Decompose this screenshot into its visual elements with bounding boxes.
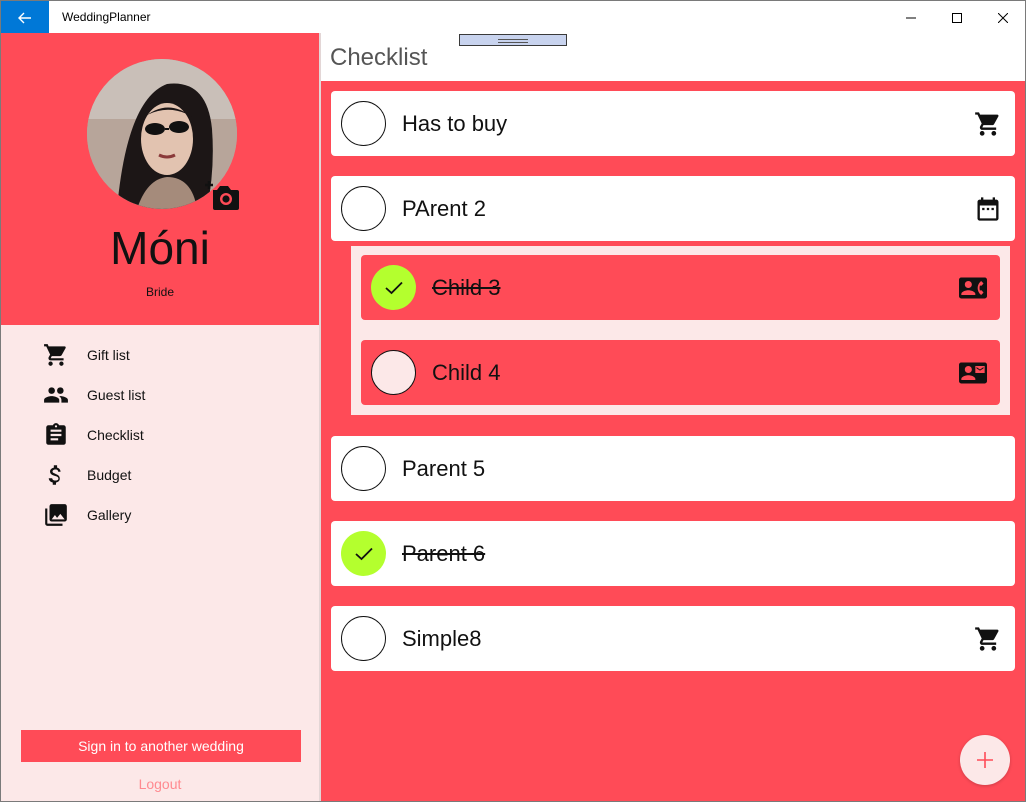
gallery-icon [41,500,71,530]
dollar-icon [41,460,71,490]
nav-item-label: Gallery [87,507,132,523]
calendar-icon [973,194,1003,224]
subitems-container: Child 3 Child 4 [351,246,1010,415]
profile-name: Móni [110,222,210,274]
plus-icon [977,752,993,768]
logout-link[interactable]: Logout [1,776,319,792]
profile-header: Móni Bride [1,33,319,325]
title-bar: WeddingPlanner [0,0,1026,34]
nav-item-label: Budget [87,467,132,483]
item-label: Child 4 [432,360,501,385]
checklist-panel: Has to buy PArent 2 Child 3 Child 4 Pare… [321,81,1025,801]
profile-role: Bride [145,285,174,299]
minimize-button[interactable] [888,1,934,34]
item-label: Has to buy [402,111,508,136]
checkbox-checked[interactable] [371,265,416,310]
nav-item-budget[interactable]: Budget [41,458,281,492]
checkmark-icon [354,547,373,560]
nav-item-label: Guest list [87,387,146,403]
minimize-icon [906,17,916,18]
checklist-subitem[interactable]: Child 4 [361,340,1000,405]
checkmark-icon [384,281,403,294]
checklist-item[interactable]: Parent 6 [331,521,1015,586]
add-photo-icon[interactable] [204,179,240,211]
close-button[interactable] [980,1,1026,34]
item-label: Parent 5 [402,456,486,481]
item-label: Child 3 [432,275,501,300]
maximize-button[interactable] [934,1,980,34]
checkbox[interactable] [341,186,386,231]
contact-mail-icon [958,358,988,388]
nav-item-guest-list[interactable]: Guest list [41,378,281,412]
nav-item-gift-list[interactable]: Gift list [41,338,281,372]
page-title: Checklist [330,44,428,71]
nav-item-gallery[interactable]: Gallery [41,498,281,532]
checklist-item[interactable]: Simple8 [331,606,1015,671]
navigation-pane: Gift list Guest list Checklist Budget Ga… [1,325,319,801]
app-title: WeddingPlanner [62,10,151,24]
main-header: Checklist [321,33,1025,81]
checkbox[interactable] [341,616,386,661]
close-icon [998,12,1008,23]
item-label: PArent 2 [402,196,486,221]
sign-in-another-wedding-button[interactable]: Sign in to another wedding [21,730,301,762]
people-icon [41,380,71,410]
clipboard-icon [41,420,71,450]
back-button[interactable] [1,1,49,34]
cart-icon [973,109,1003,139]
item-label: Parent 6 [402,541,486,566]
checklist-item[interactable]: PArent 2 [331,176,1015,241]
contact-phone-icon [958,273,988,303]
checkbox[interactable] [341,101,386,146]
cart-icon [973,624,1003,654]
add-item-button[interactable] [960,735,1010,785]
checkbox[interactable] [341,446,386,491]
checklist-subitem[interactable]: Child 3 [361,255,1000,320]
nav-item-checklist[interactable]: Checklist [41,418,281,452]
checkbox-checked[interactable] [341,531,386,576]
checklist-item[interactable]: Parent 5 [331,436,1015,501]
checkbox[interactable] [371,350,416,395]
nav-item-label: Gift list [87,347,130,363]
nav-item-label: Checklist [87,427,144,443]
item-label: Simple8 [402,626,482,651]
maximize-icon [952,12,962,23]
checklist-item[interactable]: Has to buy [331,91,1015,156]
drag-handle[interactable] [459,34,567,46]
arrow-left-icon [18,12,31,23]
cart-icon [41,340,71,370]
